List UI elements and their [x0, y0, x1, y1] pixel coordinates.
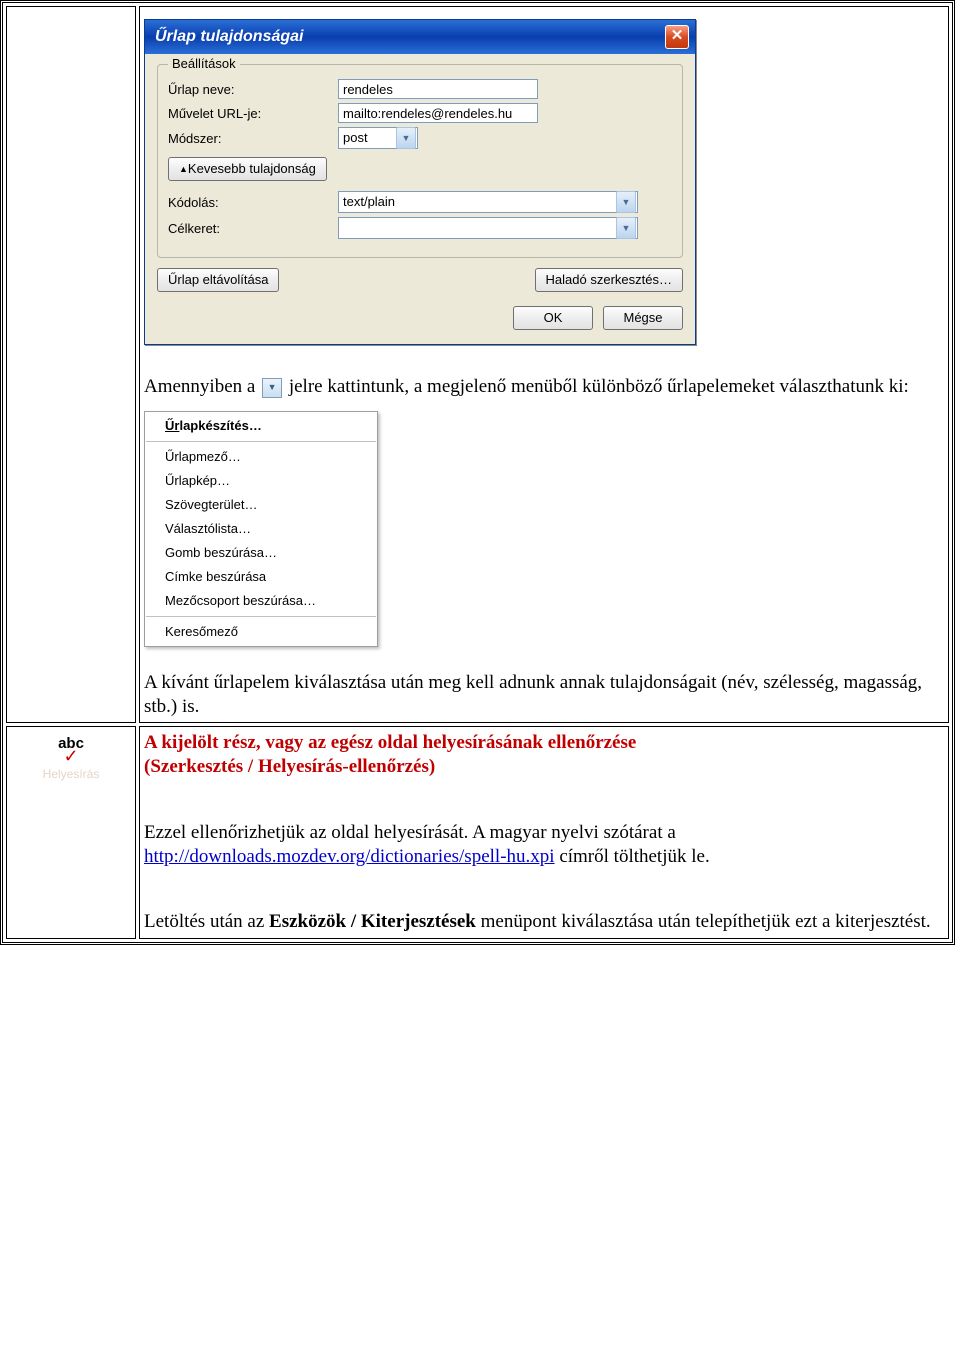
spellcheck-paragraph-2: Letöltés után az Eszközök / Kiterjesztés… — [144, 910, 944, 934]
action-url-input[interactable] — [338, 103, 538, 123]
row1-right-cell: Űrlap tulajdonságai ✕ Beállítások Űrlap … — [139, 6, 949, 723]
row2-right-cell: A kijelölt rész, vagy az egész oldal hel… — [139, 726, 949, 939]
form-name-label: Űrlap neve: — [168, 82, 338, 97]
target-frame-combo[interactable]: ▼ — [338, 217, 638, 239]
row2-left-cell: abc ✓ Helyesírás — [6, 726, 136, 939]
dialog-body: Beállítások Űrlap neve: Művelet URL-je: … — [145, 54, 695, 344]
chevron-down-icon: ▼ — [616, 191, 636, 213]
method-label: Módszer: — [168, 131, 338, 146]
spellcheck-heading: A kijelölt rész, vagy az egész oldal hel… — [144, 731, 944, 779]
spellcheck-icon: abc ✓ Helyesírás — [41, 735, 101, 785]
paragraph-1: Amennyiben a ▼ jelre kattintunk, a megje… — [144, 375, 944, 399]
menu-item-insert-label[interactable]: Címke beszúrása — [145, 565, 377, 589]
dialog-title: Űrlap tulajdonságai — [155, 28, 303, 46]
form-properties-dialog: Űrlap tulajdonságai ✕ Beállítások Űrlap … — [144, 19, 696, 345]
remove-form-button[interactable]: Űrlap eltávolítása — [157, 268, 279, 292]
cancel-button[interactable]: Mégse — [603, 306, 683, 330]
encoding-combo[interactable]: text/plain ▼ — [338, 191, 638, 213]
menu-item-insert-button[interactable]: Gomb beszúrása… — [145, 541, 377, 565]
action-url-label: Művelet URL-je: — [168, 106, 338, 121]
menu-item-form-field[interactable]: Űrlapmező… — [145, 445, 377, 469]
method-combo[interactable]: post ▼ — [338, 127, 418, 149]
ok-button[interactable]: OK — [513, 306, 593, 330]
menu-item-form-create[interactable]: Űrlapkészítés… — [145, 414, 377, 438]
dictionary-link[interactable]: http://downloads.mozdev.org/dictionaries… — [144, 846, 555, 867]
menu-item-form-image[interactable]: Űrlapkép… — [145, 469, 377, 493]
form-elements-menu: Űrlapkészítés… Űrlapmező… Űrlapkép… Szöv… — [144, 411, 378, 647]
menu-separator — [146, 616, 376, 617]
fewer-properties-button[interactable]: ▲Kevesebb tulajdonság — [168, 157, 327, 181]
menu-item-insert-fieldset[interactable]: Mezőcsoport beszúrása… — [145, 589, 377, 613]
paragraph-2: A kívánt űrlapelem kiválasztása után meg… — [144, 671, 944, 719]
settings-groupbox: Beállítások Űrlap neve: Művelet URL-je: … — [157, 64, 683, 258]
menu-separator — [146, 441, 376, 442]
advanced-edit-button[interactable]: Haladó szerkesztés… — [535, 268, 683, 292]
menu-item-select-list[interactable]: Választólista… — [145, 517, 377, 541]
form-name-input[interactable] — [338, 79, 538, 99]
menu-item-search-field[interactable]: Keresőmező — [145, 620, 377, 644]
groupbox-legend: Beállítások — [168, 56, 240, 71]
menu-item-textarea[interactable]: Szövegterület… — [145, 493, 377, 517]
row1-left-cell — [6, 6, 136, 723]
encoding-label: Kódolás: — [168, 195, 338, 210]
chevron-down-icon: ▼ — [616, 217, 636, 239]
chevron-down-icon: ▼ — [396, 127, 416, 149]
target-frame-label: Célkeret: — [168, 221, 338, 236]
spellcheck-paragraph-1: Ezzel ellenőrizhetjük az oldal helyesírá… — [144, 821, 944, 869]
dialog-titlebar: Űrlap tulajdonságai ✕ — [145, 20, 695, 54]
dropdown-icon: ▼ — [262, 378, 282, 398]
close-icon[interactable]: ✕ — [665, 25, 689, 49]
